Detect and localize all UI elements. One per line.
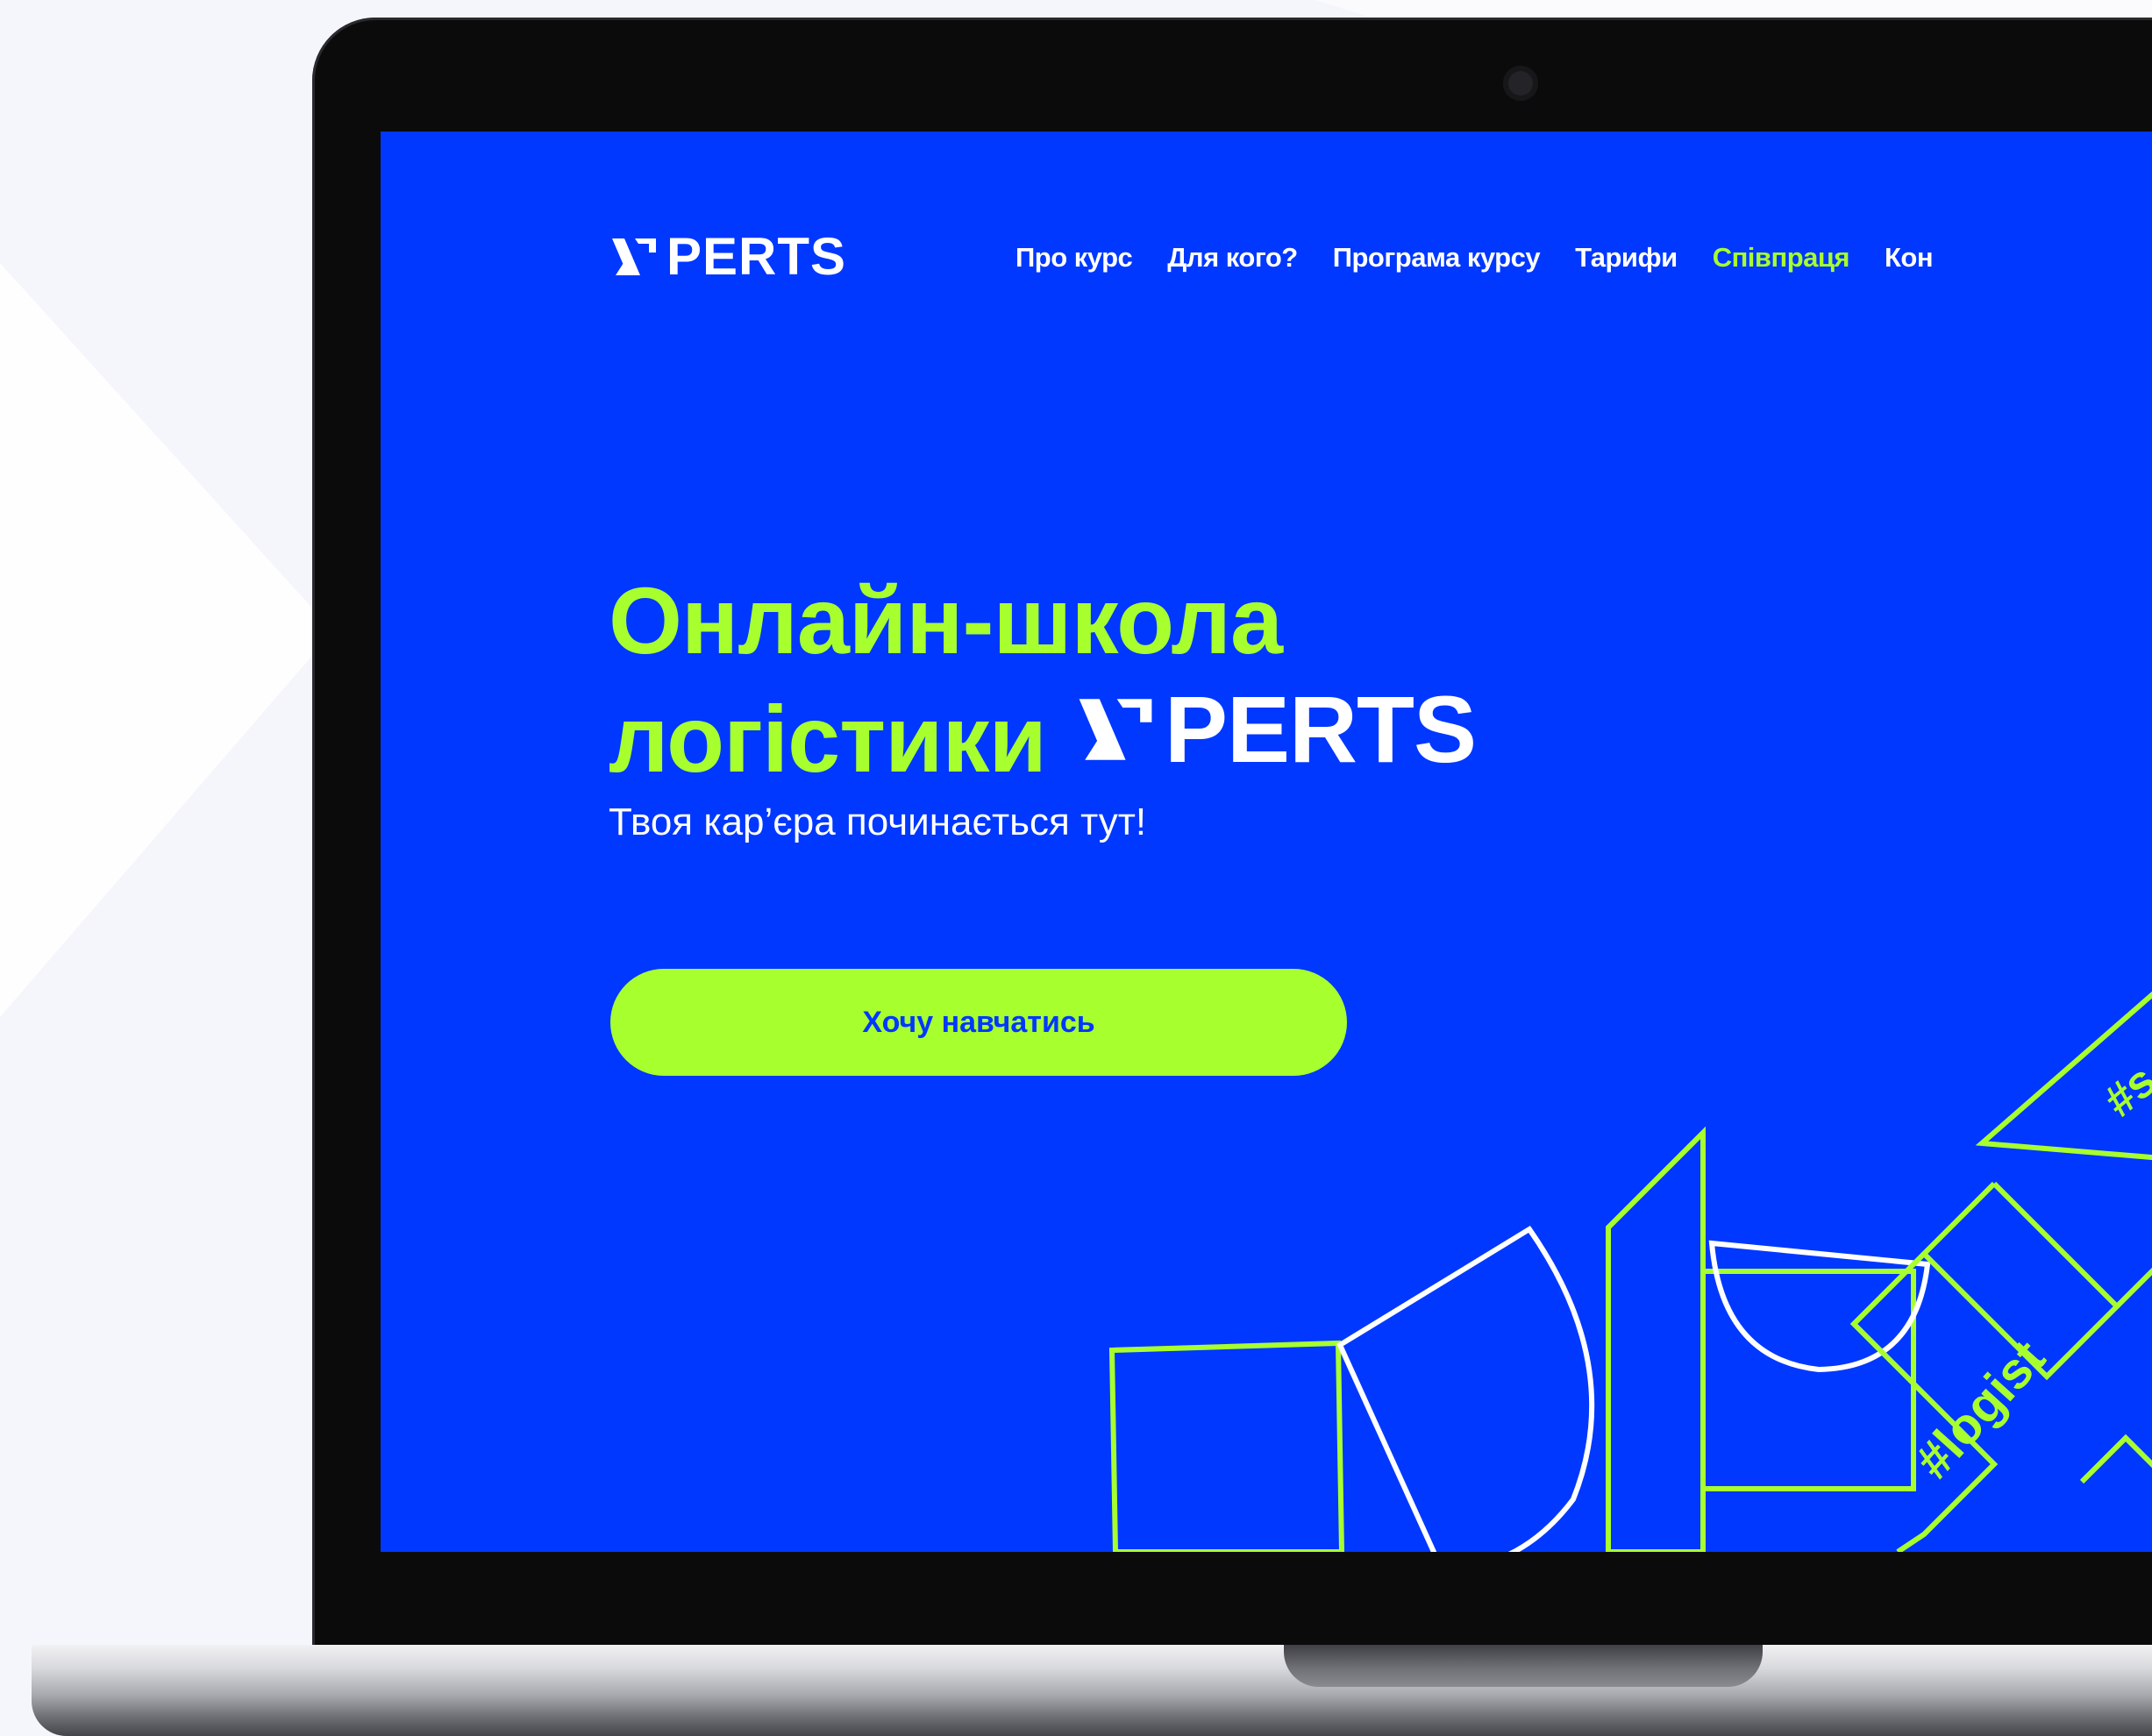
- nav-item-pricing[interactable]: Тарифи: [1575, 233, 1678, 282]
- hashtag-decor-2: #logist: [1904, 1329, 2056, 1489]
- enroll-button[interactable]: Хочу навчатись: [610, 969, 1347, 1076]
- hashtag-decor-1: #s: [2094, 1056, 2152, 1128]
- laptop-screen: PERTS Про курс Для кого? Програма курсу …: [381, 132, 2152, 1552]
- nav-item-cooperation[interactable]: Співпраця: [1713, 233, 1850, 282]
- hero-title-brand: PERTS: [1072, 675, 1477, 784]
- laptop-base-notch: [1284, 1645, 1763, 1687]
- nav-item-program[interactable]: Програма курсу: [1333, 233, 1541, 282]
- nav-item-audience[interactable]: Для кого?: [1167, 233, 1298, 282]
- site-header: PERTS Про курс Для кого? Програма курсу …: [381, 132, 2152, 333]
- webcam: [1503, 66, 1538, 101]
- logo-x-icon: [612, 238, 656, 275]
- hero-title-brand-text: PERTS: [1164, 676, 1477, 782]
- nav-item-about[interactable]: Про курс: [1015, 233, 1133, 282]
- main-nav: Про курс Для кого? Програма курсу Тарифи…: [1015, 233, 1934, 282]
- brand-x-icon: [1079, 699, 1152, 760]
- nav-item-contacts[interactable]: Кон: [1885, 233, 1934, 282]
- hero-title: Онлайн-школа логістики PERTS: [609, 566, 1477, 793]
- hero-title-line2: логістики: [609, 686, 1047, 792]
- site-logo[interactable]: PERTS: [609, 226, 846, 288]
- laptop-base: [32, 1645, 2152, 1736]
- hero-title-line1: Онлайн-школа: [609, 567, 1283, 673]
- hero-subtitle: Твоя кар’єра починається тут!: [609, 800, 1147, 843]
- logo-text: PERTS: [666, 227, 847, 286]
